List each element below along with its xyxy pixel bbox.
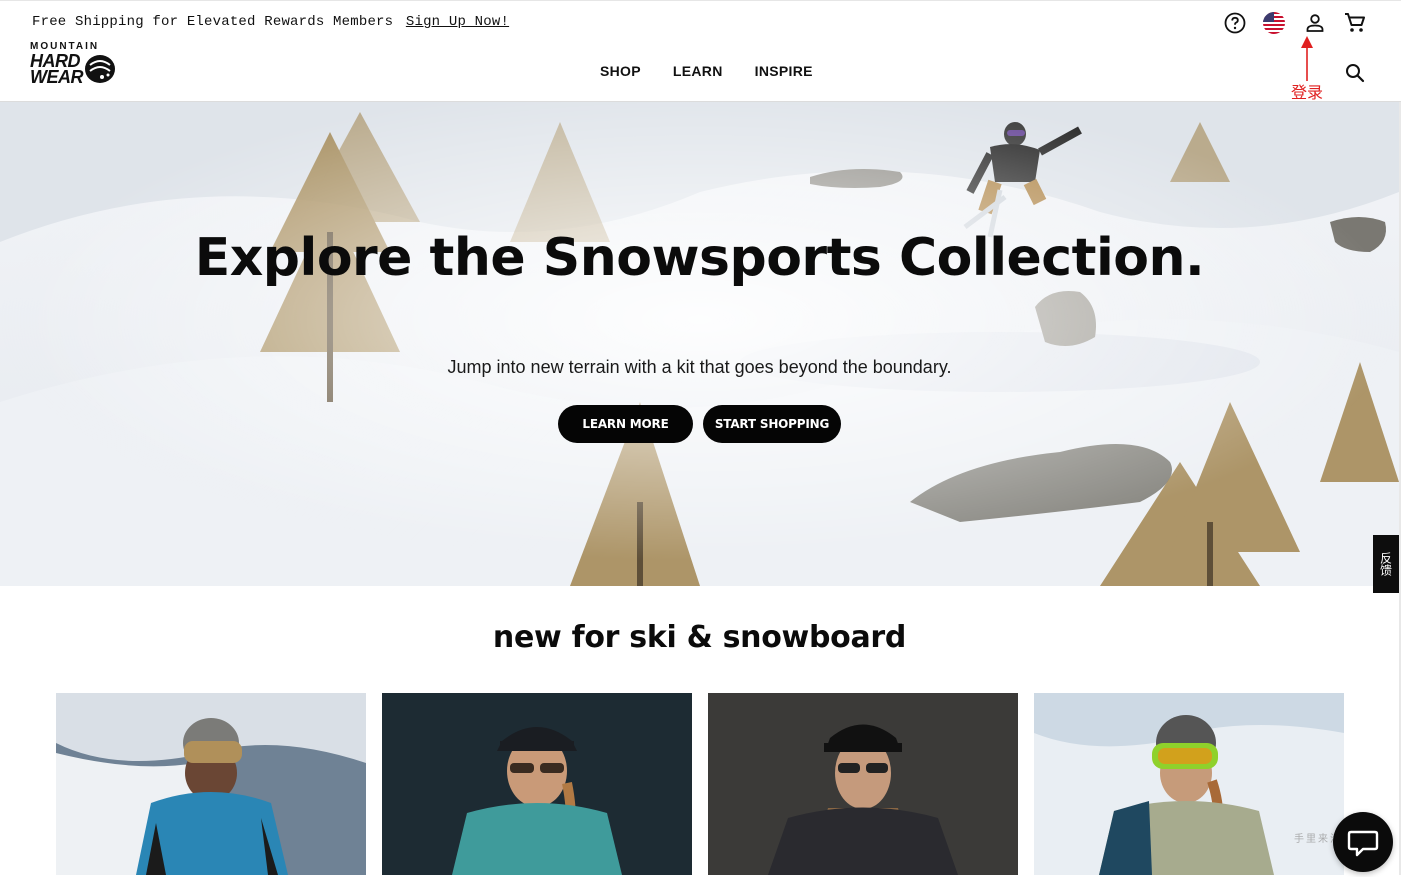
search-icon[interactable]	[1343, 61, 1367, 85]
logo-mark-icon	[85, 55, 115, 83]
nav-learn[interactable]: LEARN	[673, 63, 723, 79]
brand-logo[interactable]: MOUNTAIN HARD WEAR	[30, 41, 118, 89]
us-flag-icon[interactable]	[1262, 11, 1286, 35]
logo-line-3: WEAR	[30, 67, 84, 87]
product-grid	[56, 693, 1344, 875]
chat-button[interactable]	[1333, 812, 1393, 872]
account-icon[interactable]	[1303, 11, 1327, 35]
product-card-2[interactable]	[382, 693, 692, 875]
hero-banner: Explore the Snowsports Collection. Jump …	[0, 102, 1399, 586]
product-image-1	[56, 693, 366, 875]
annotation-label: 登录	[1291, 83, 1324, 102]
nav-inspire[interactable]: INSPIRE	[755, 63, 813, 79]
product-card-1[interactable]	[56, 693, 366, 875]
hero-title: Explore the Snowsports Collection.	[194, 228, 1205, 288]
section-title: new for ski & snowboard	[492, 620, 907, 655]
product-image-4	[1034, 693, 1344, 875]
cart-icon[interactable]	[1343, 11, 1367, 35]
hero-background-image	[0, 102, 1399, 586]
main-nav: SHOP LEARN INSPIRE	[600, 63, 813, 79]
product-card-3[interactable]	[708, 693, 1018, 875]
promo-banner: Free Shipping for Elevated Rewards Membe…	[32, 14, 509, 30]
annotation-arrow-icon	[1301, 36, 1313, 81]
hero-subtitle: Jump into new terrain with a kit that go…	[447, 357, 952, 377]
nav-shop[interactable]: SHOP	[600, 63, 641, 79]
feedback-tab[interactable]: 反馈	[1373, 535, 1399, 593]
help-icon[interactable]	[1223, 11, 1247, 35]
chat-bubble-icon	[1347, 830, 1379, 857]
site-header: Free Shipping for Elevated Rewards Membe…	[0, 0, 1401, 102]
sign-up-link[interactable]: Sign Up Now!	[406, 14, 509, 30]
promo-text: Free Shipping for Elevated Rewards Membe…	[32, 14, 394, 30]
start-shopping-button[interactable]: START SHOPPING	[703, 405, 841, 443]
learn-more-button[interactable]: LEARN MORE	[558, 405, 693, 443]
product-image-2	[382, 693, 692, 875]
product-image-3	[708, 693, 1018, 875]
product-card-4[interactable]	[1034, 693, 1344, 875]
